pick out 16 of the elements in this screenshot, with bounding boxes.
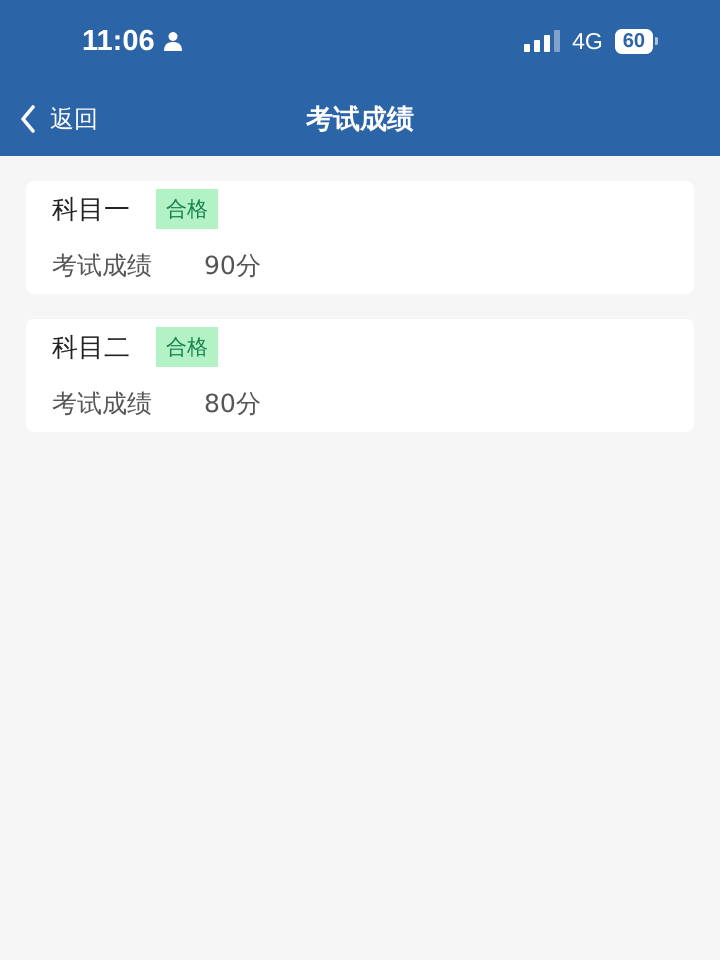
person-icon	[162, 31, 183, 51]
score-label: 考试成绩	[52, 388, 152, 420]
subject-name: 科目二	[52, 332, 130, 364]
network-type: 4G	[572, 28, 603, 54]
signal-icon	[524, 30, 560, 52]
chevron-left-icon	[20, 104, 36, 134]
score-value: 90分	[204, 250, 261, 282]
page-title: 考试成绩	[306, 103, 414, 137]
score-label: 考试成绩	[52, 250, 152, 282]
pass-badge: 合格	[156, 189, 218, 229]
back-button[interactable]: 返回	[20, 103, 98, 135]
status-time: 11:06	[82, 24, 155, 58]
subject-name: 科目一	[52, 194, 130, 226]
pass-badge: 合格	[156, 327, 218, 367]
score-value: 80分	[204, 388, 261, 420]
battery-level: 60	[614, 28, 653, 54]
